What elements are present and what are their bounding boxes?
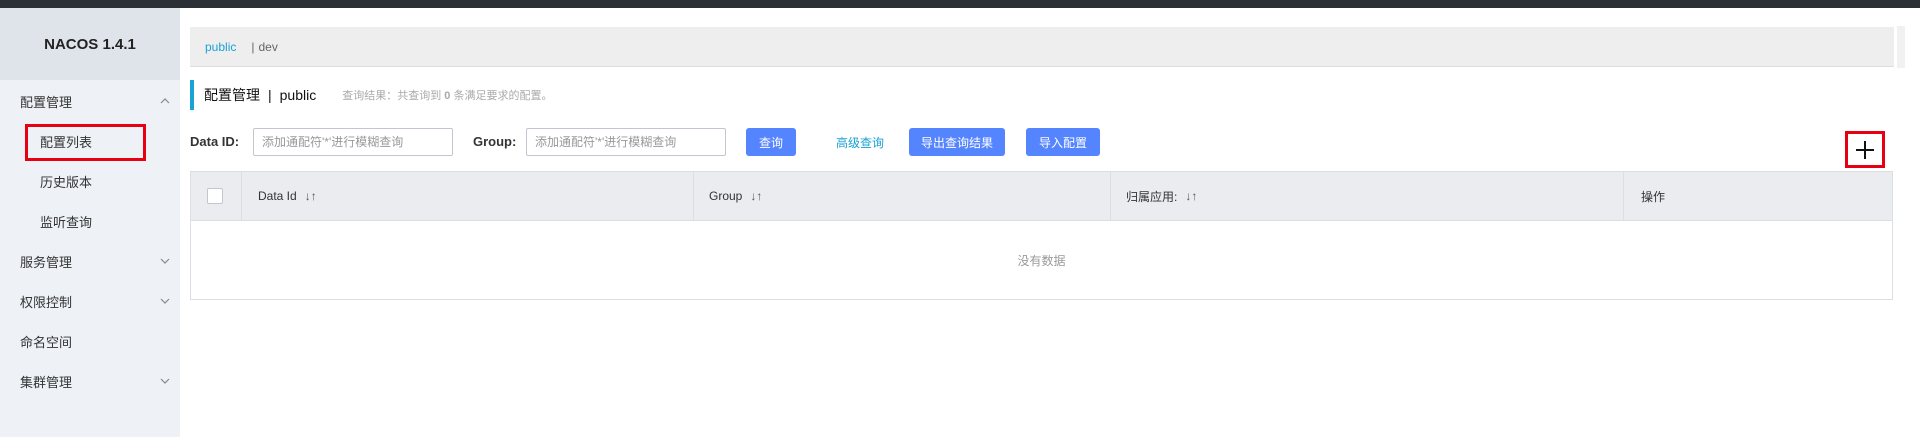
sidebar-item-label: 服务管理 <box>20 254 73 270</box>
sidebar-item-label: 配置列表 <box>40 134 93 150</box>
data-id-input[interactable] <box>253 128 453 156</box>
title-separator: | <box>268 87 272 103</box>
sidebar-item-label: 集群管理 <box>20 374 73 390</box>
sidebar-item-history[interactable]: 历史版本 <box>0 169 180 193</box>
chevron-down-icon <box>160 298 170 304</box>
namespace-separator: | <box>251 39 255 54</box>
sidebar-item-cluster-management[interactable]: 集群管理 <box>0 369 180 393</box>
search-row: Data ID: Group: 查询 高级查询 导出查询结果 导入配置 <box>190 128 1890 156</box>
group-label: Group: <box>473 134 517 149</box>
chevron-down-icon <box>160 258 170 264</box>
data-id-label: Data ID: <box>190 134 240 149</box>
hint-suffix: 条满足要求的配置。 <box>453 90 553 102</box>
column-header-data-id[interactable]: Data Id ↓↑ <box>242 172 694 220</box>
import-button[interactable]: 导入配置 <box>1026 128 1100 156</box>
chevron-down-icon <box>160 378 170 384</box>
sidebar-item-label: 配置管理 <box>20 94 73 110</box>
column-header-app[interactable]: 归属应用: ↓↑ <box>1111 172 1624 220</box>
plus-icon <box>1856 140 1874 159</box>
page-title: 配置管理 <box>204 87 260 103</box>
column-label: 操作 <box>1641 189 1666 204</box>
query-button[interactable]: 查询 <box>746 128 796 156</box>
sidebar-item-label: 权限控制 <box>20 294 73 310</box>
sidebar-item-config-management[interactable]: 配置管理 <box>0 89 180 113</box>
export-button[interactable]: 导出查询结果 <box>909 128 1005 156</box>
sidebar-item-access-control[interactable]: 权限控制 <box>0 289 180 313</box>
group-input[interactable] <box>526 128 726 156</box>
sidebar-item-label: 命名空间 <box>20 334 73 350</box>
column-label: Data Id <box>258 189 297 203</box>
sort-icon[interactable]: ↓↑ <box>1185 189 1197 203</box>
query-result-hint: 查询结果：共查询到 0 条满足要求的配置。 <box>342 87 552 103</box>
sort-icon[interactable]: ↓↑ <box>750 189 762 203</box>
sort-icon[interactable]: ↓↑ <box>305 189 317 203</box>
column-label: Group <box>709 189 743 203</box>
hint-count: 0 <box>444 90 451 102</box>
page-title-bar: 配置管理 | public 查询结果：共查询到 0 条满足要求的配置。 <box>190 80 552 110</box>
column-header-actions: 操作 <box>1624 172 1892 220</box>
namespace-bar: public | dev <box>190 27 1894 67</box>
title-namespace: public <box>279 87 317 103</box>
column-header-group[interactable]: Group ↓↑ <box>694 172 1111 220</box>
sidebar-item-namespace[interactable]: 命名空间 <box>0 329 180 353</box>
table-header: Data Id ↓↑ Group ↓↑ 归属应用: ↓↑ 操作 <box>191 172 1892 220</box>
add-config-button[interactable] <box>1845 131 1885 168</box>
app-brand: NACOS 1.4.1 <box>0 8 180 80</box>
column-label: 归属应用: <box>1126 189 1178 204</box>
empty-state: 没有数据 <box>191 220 1892 300</box>
vertical-scrollbar[interactable] <box>1897 26 1905 68</box>
sidebar-item-label: 历史版本 <box>40 174 93 190</box>
select-all-checkbox[interactable] <box>207 188 223 204</box>
advanced-query-link[interactable]: 高级查询 <box>836 134 884 151</box>
config-table: Data Id ↓↑ Group ↓↑ 归属应用: ↓↑ 操作 没有数据 <box>190 171 1893 300</box>
hint-prefix: 查询结果：共查询到 <box>342 90 442 102</box>
sidebar-item-config-list[interactable]: 配置列表 <box>0 129 180 153</box>
sidebar-item-service-management[interactable]: 服务管理 <box>0 249 180 273</box>
main-content: public | dev 配置管理 | public 查询结果：共查询到 0 条… <box>180 8 1920 437</box>
chevron-up-icon <box>160 98 170 104</box>
namespace-tab-dev[interactable]: dev <box>258 40 277 54</box>
namespace-tab-public[interactable]: public <box>205 40 236 54</box>
sidebar-item-label: 监听查询 <box>40 214 93 230</box>
sidebar: NACOS 1.4.1 配置管理 配置列表 历史版本 监听查询 服务管理 权限控… <box>0 8 180 437</box>
browser-top-bar <box>0 0 1920 8</box>
select-all-cell <box>191 172 242 220</box>
sidebar-item-listener-query[interactable]: 监听查询 <box>0 209 180 233</box>
